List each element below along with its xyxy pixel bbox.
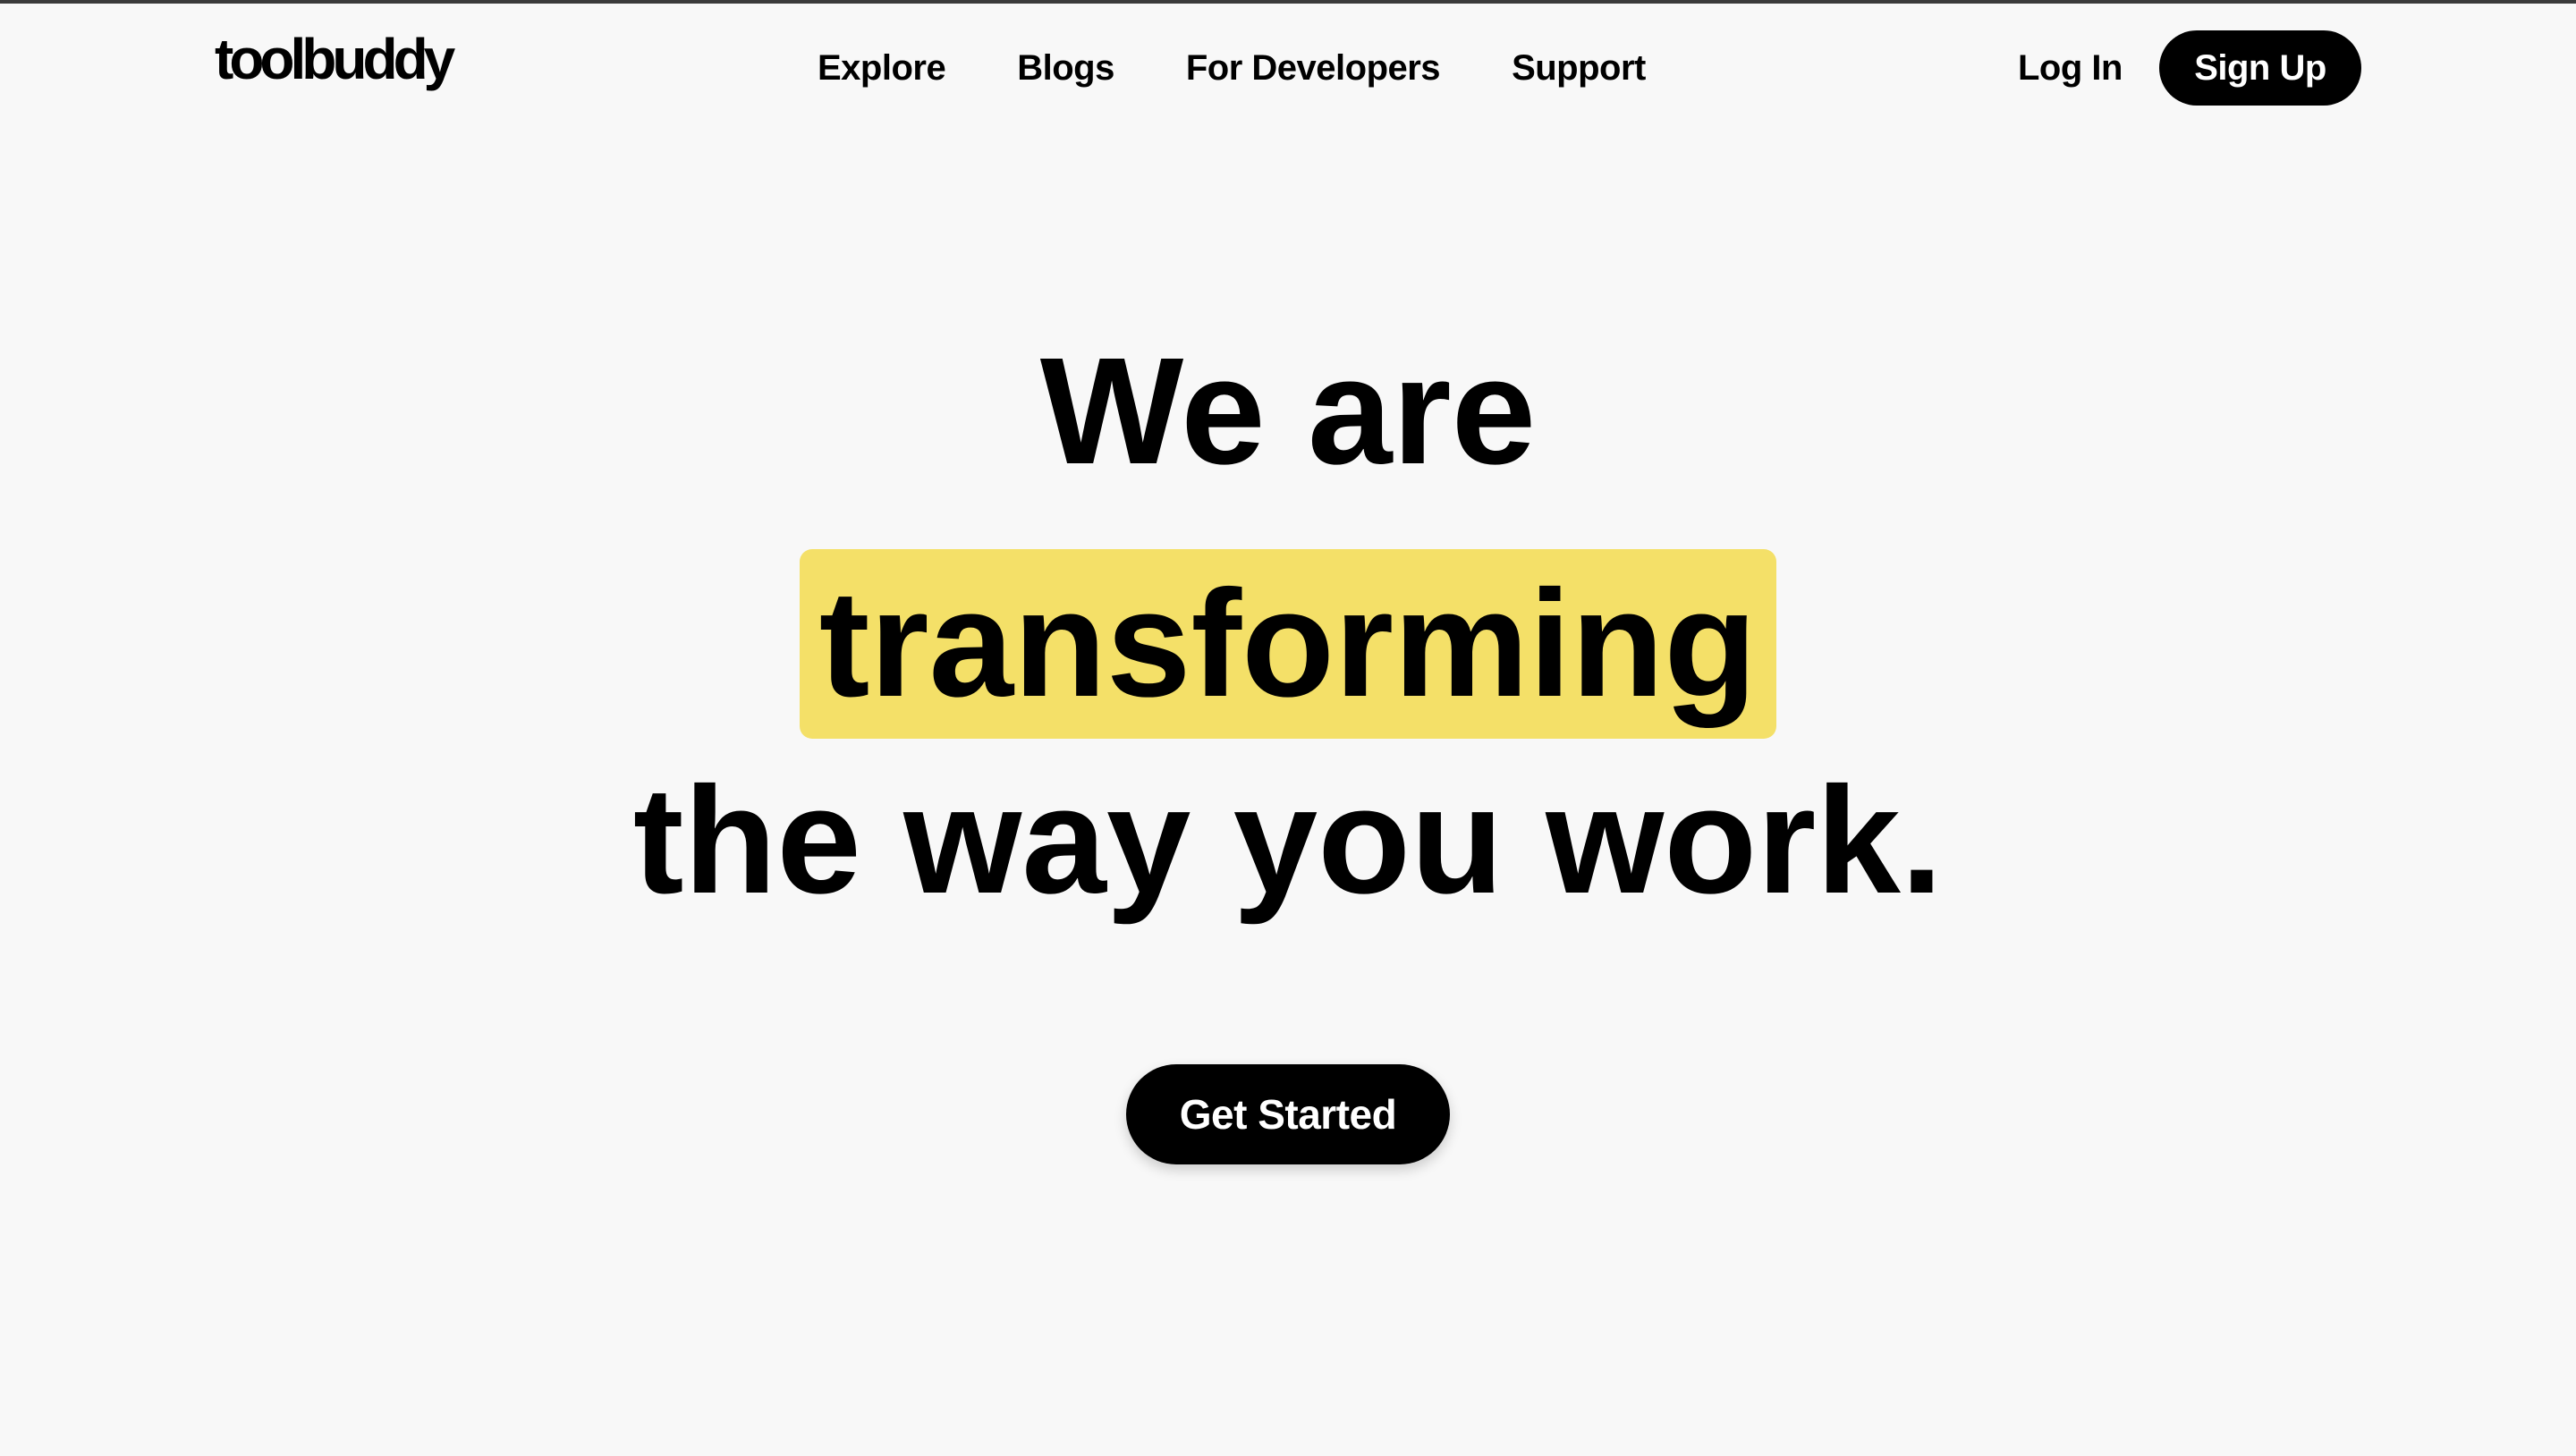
nav-item-explore[interactable]: Explore <box>818 48 946 89</box>
window-top-border <box>0 0 2576 4</box>
nav-item-support[interactable]: Support <box>1512 48 1646 89</box>
nav-item-blogs[interactable]: Blogs <box>1017 48 1114 89</box>
hero-highlight-word: transforming <box>799 549 1777 740</box>
hero-headline: We are transforming the way you work. <box>0 304 2576 948</box>
hero-line-2: transforming <box>0 519 2576 740</box>
get-started-button[interactable]: Get Started <box>1126 1064 1450 1164</box>
signup-button[interactable]: Sign Up <box>2159 30 2361 106</box>
main-nav: Explore Blogs For Developers Support <box>818 41 1646 95</box>
login-link[interactable]: Log In <box>2018 41 2123 95</box>
hero-line-1: We are <box>1039 326 1537 496</box>
nav-item-for-developers[interactable]: For Developers <box>1186 48 1441 89</box>
toolbuddy-logo[interactable]: toolbuddy <box>215 23 455 95</box>
hero-line-3: the way you work. <box>632 756 1944 926</box>
